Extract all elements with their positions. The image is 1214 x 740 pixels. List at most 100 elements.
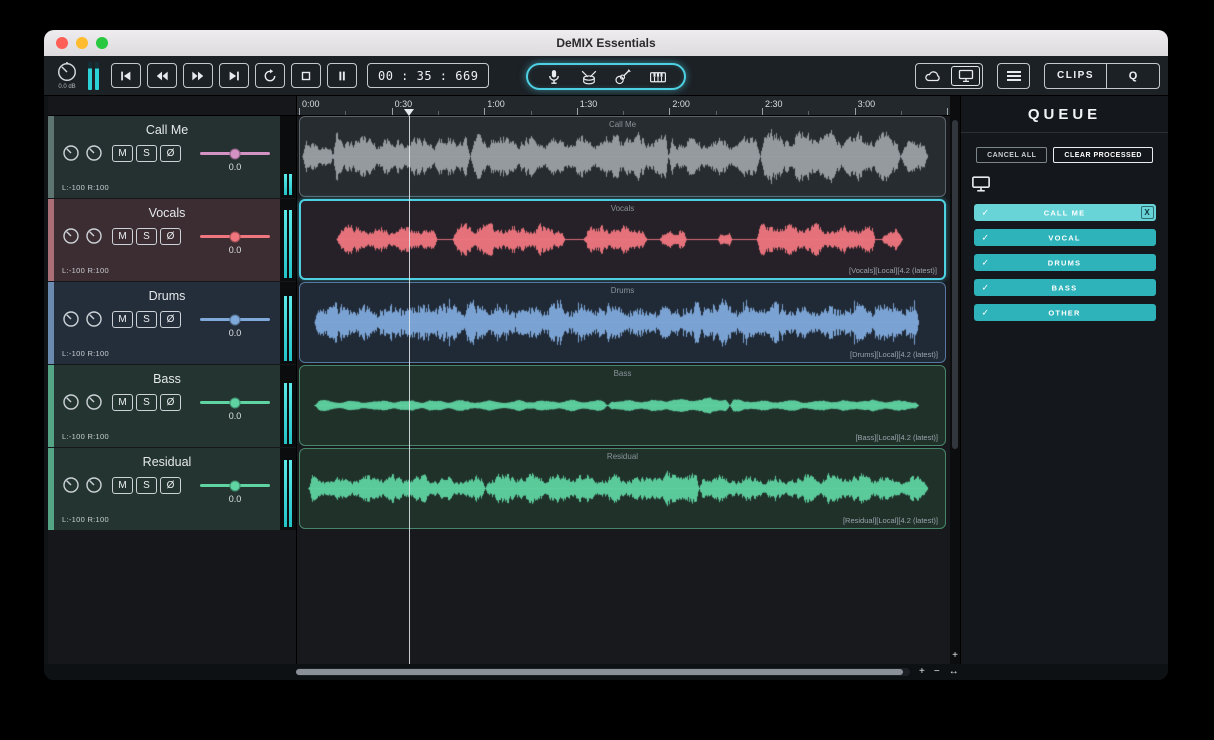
zoom-in-button[interactable]: + bbox=[919, 667, 925, 677]
gain-knob[interactable] bbox=[85, 144, 103, 162]
pause-button[interactable] bbox=[327, 63, 357, 88]
zoom-out-button[interactable]: − bbox=[934, 667, 940, 677]
clip-residual[interactable]: Residual [Residual][Local][4.2 (latest)] bbox=[299, 448, 946, 529]
vertical-zoom-in-button[interactable]: + bbox=[950, 650, 960, 661]
track-panel-vocals[interactable]: Vocals M S Ø 0.0 L:-100 R:100 bbox=[48, 199, 296, 281]
gain-knob[interactable] bbox=[85, 227, 103, 245]
clip-call-me[interactable]: Call Me bbox=[299, 116, 946, 197]
queue-item-vocal[interactable]: ✓ VOCAL bbox=[973, 229, 1156, 246]
queue-toggle-button[interactable]: Q bbox=[1107, 64, 1159, 88]
cloud-processing-button[interactable] bbox=[916, 64, 949, 88]
zoom-window-button[interactable] bbox=[96, 37, 108, 49]
local-processing-button[interactable] bbox=[949, 64, 982, 88]
horizontal-scroll-thumb[interactable] bbox=[296, 669, 903, 675]
guitar-icon[interactable] bbox=[614, 68, 632, 85]
vertical-scrollbar[interactable]: + bbox=[950, 96, 960, 664]
pan-knob[interactable] bbox=[62, 227, 80, 245]
main-area: Call Me M S Ø 0.0 L:-100 R:100 Vocals M … bbox=[44, 96, 1168, 664]
menu-button[interactable] bbox=[997, 62, 1031, 89]
clip-meta: [Vocals][Local][4.2 (latest)] bbox=[849, 266, 937, 275]
mute-button[interactable]: M bbox=[112, 228, 133, 245]
toolbar: 0.0 dB 00: 35: 669 CLIPS Q bbox=[44, 56, 1168, 96]
pan-range-label: L:-100 R:100 bbox=[62, 432, 109, 441]
volume-value: 0.0 bbox=[228, 245, 242, 255]
loop-button[interactable] bbox=[255, 63, 285, 88]
master-volume-knob[interactable] bbox=[56, 61, 78, 83]
pan-range-label: L:-100 R:100 bbox=[62, 183, 109, 192]
horizontal-scrollbar[interactable] bbox=[296, 668, 910, 676]
queue-item-drums[interactable]: ✓ DRUMS bbox=[973, 254, 1156, 271]
playhead-marker[interactable] bbox=[404, 109, 414, 121]
skip-to-end-button[interactable] bbox=[219, 63, 249, 88]
pan-knob[interactable] bbox=[62, 393, 80, 411]
track-panel-call-me[interactable]: Call Me M S Ø 0.0 L:-100 R:100 bbox=[48, 116, 296, 198]
fast-forward-button[interactable] bbox=[183, 63, 213, 88]
pan-knob[interactable] bbox=[62, 476, 80, 494]
slider-handle[interactable] bbox=[229, 480, 241, 491]
drums-icon[interactable] bbox=[580, 69, 598, 85]
slider-handle[interactable] bbox=[229, 314, 241, 325]
clip-drums[interactable]: Drums [Drums][Local][4.2 (latest)] bbox=[299, 282, 946, 363]
playhead[interactable] bbox=[409, 116, 410, 664]
volume-slider[interactable] bbox=[200, 231, 270, 242]
track-panel-bass[interactable]: Bass M S Ø 0.0 L:-100 R:100 bbox=[48, 365, 296, 447]
queue-item-bass[interactable]: ✓ BASS bbox=[973, 279, 1156, 296]
volume-slider[interactable] bbox=[200, 314, 270, 325]
rewind-button[interactable] bbox=[147, 63, 177, 88]
solo-button[interactable]: S bbox=[136, 145, 157, 162]
solo-button[interactable]: S bbox=[136, 311, 157, 328]
cancel-all-button[interactable]: CANCEL ALL bbox=[976, 147, 1048, 163]
slider-handle[interactable] bbox=[229, 397, 241, 408]
waveform-bass bbox=[302, 368, 943, 443]
transport-controls bbox=[111, 63, 357, 88]
clip-bass[interactable]: Bass [Bass][Local][4.2 (latest)] bbox=[299, 365, 946, 446]
volume-value: 0.0 bbox=[228, 494, 242, 504]
clips-button[interactable]: CLIPS bbox=[1045, 64, 1106, 88]
phase-button[interactable]: Ø bbox=[160, 477, 181, 494]
solo-button[interactable]: S bbox=[136, 228, 157, 245]
track-panel-drums[interactable]: Drums M S Ø 0.0 L:-100 R:100 bbox=[48, 282, 296, 364]
queue-list: ✓ CALL ME X ✓ VOCAL ✓ DRUMS ✓ BASS ✓ OTH… bbox=[961, 204, 1168, 321]
vertical-scroll-thumb[interactable] bbox=[952, 120, 958, 450]
remove-queue-item-button[interactable]: X bbox=[1140, 206, 1154, 219]
timeline-label: 2:30 bbox=[765, 99, 783, 109]
solo-button[interactable]: S bbox=[136, 394, 157, 411]
phase-button[interactable]: Ø bbox=[160, 228, 181, 245]
slider-handle[interactable] bbox=[229, 148, 241, 159]
phase-button[interactable]: Ø bbox=[160, 394, 181, 411]
gain-knob[interactable] bbox=[85, 310, 103, 328]
stop-button[interactable] bbox=[291, 63, 321, 88]
queue-item-call-me[interactable]: ✓ CALL ME X bbox=[973, 204, 1156, 221]
volume-slider[interactable] bbox=[200, 397, 270, 408]
gain-knob[interactable] bbox=[85, 476, 103, 494]
zoom-fit-button[interactable]: ↔ bbox=[949, 667, 959, 677]
mute-button[interactable]: M bbox=[112, 311, 133, 328]
clip-vocals[interactable]: Vocals [Vocals][Local][4.2 (latest)] bbox=[299, 199, 946, 280]
queue-item-other[interactable]: ✓ OTHER bbox=[973, 304, 1156, 321]
pan-knob[interactable] bbox=[62, 144, 80, 162]
volume-slider[interactable] bbox=[200, 148, 270, 159]
mute-button[interactable]: M bbox=[112, 394, 133, 411]
close-window-button[interactable] bbox=[56, 37, 68, 49]
track-name: Bass bbox=[153, 372, 181, 386]
gain-knob[interactable] bbox=[85, 393, 103, 411]
solo-button[interactable]: S bbox=[136, 477, 157, 494]
minimize-window-button[interactable] bbox=[76, 37, 88, 49]
clear-processed-button[interactable]: CLEAR PROCESSED bbox=[1053, 147, 1153, 163]
waveform-call-me bbox=[302, 119, 943, 194]
slider-handle[interactable] bbox=[229, 231, 241, 242]
phase-button[interactable]: Ø bbox=[160, 311, 181, 328]
track-panel-residual[interactable]: Residual M S Ø 0.0 L:-100 R:100 bbox=[48, 448, 296, 530]
piano-icon[interactable] bbox=[649, 69, 667, 85]
stem-selector[interactable] bbox=[526, 63, 686, 90]
mute-button[interactable]: M bbox=[112, 477, 133, 494]
volume-slider[interactable] bbox=[200, 480, 270, 491]
microphone-icon[interactable] bbox=[545, 69, 563, 85]
queue-item-label: OTHER bbox=[1048, 308, 1081, 317]
mute-button[interactable]: M bbox=[112, 145, 133, 162]
pan-knob[interactable] bbox=[62, 310, 80, 328]
timeline-ruler[interactable]: 0:000:301:001:302:002:303:003 bbox=[297, 96, 950, 116]
phase-button[interactable]: Ø bbox=[160, 145, 181, 162]
clip-meta: [Bass][Local][4.2 (latest)] bbox=[855, 433, 938, 442]
skip-to-start-button[interactable] bbox=[111, 63, 141, 88]
